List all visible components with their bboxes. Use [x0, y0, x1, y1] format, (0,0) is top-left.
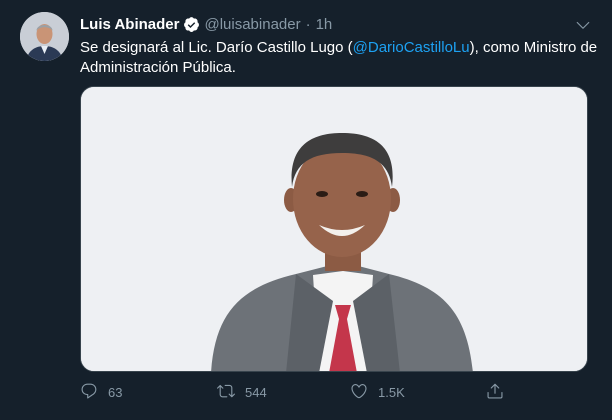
like-button[interactable]: 1.5K	[350, 380, 405, 404]
retweet-icon	[217, 382, 235, 403]
heart-icon	[350, 382, 368, 403]
avatar[interactable]	[20, 12, 69, 61]
mention-link[interactable]: @DarioCastilloLu	[353, 39, 470, 56]
share-button[interactable]	[486, 380, 504, 404]
tweet-header: Luis Abinader @luisabinader · 1h	[80, 14, 592, 34]
separator: ·	[305, 15, 311, 33]
reply-button[interactable]: 63	[80, 380, 122, 404]
author-name[interactable]: Luis Abinader	[80, 16, 179, 33]
retweet-button[interactable]: 544	[217, 380, 267, 404]
tweet-photo[interactable]	[80, 86, 588, 372]
chevron-down-icon[interactable]	[574, 16, 592, 34]
retweet-count: 544	[245, 384, 267, 400]
verified-badge-icon	[183, 16, 200, 33]
tweet-actions: 63 544 1.5K	[80, 380, 600, 404]
tweet-card[interactable]: Luis Abinader @luisabinader · 1h Se desi…	[0, 0, 612, 420]
author-handle[interactable]: @luisabinader	[204, 16, 300, 33]
tweet-text: Se designará al Lic. Darío Castillo Lugo…	[80, 38, 600, 78]
like-count: 1.5K	[378, 384, 405, 400]
tweet-text-before: Se designará al Lic. Darío Castillo Lugo…	[80, 39, 353, 56]
share-icon	[486, 382, 504, 403]
timestamp[interactable]: 1h	[316, 16, 333, 33]
reply-icon	[80, 382, 98, 403]
reply-count: 63	[108, 384, 123, 400]
